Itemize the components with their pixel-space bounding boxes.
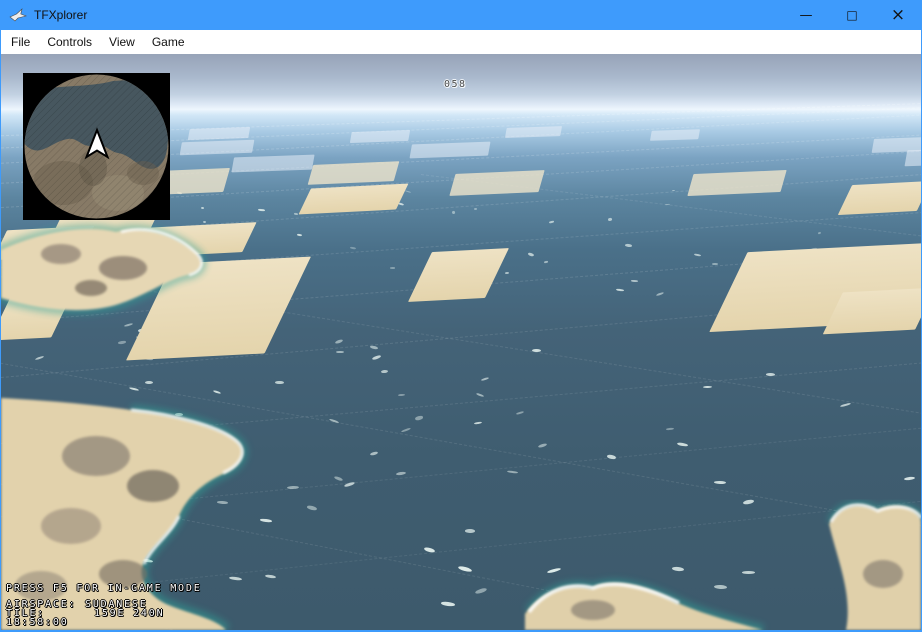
minimize-button[interactable]: — bbox=[783, 0, 829, 30]
compass-heading: 058 bbox=[444, 79, 467, 90]
minimap bbox=[23, 73, 170, 220]
window-controls: — □ × bbox=[783, 0, 921, 30]
hud-time: 18:58:00 bbox=[6, 617, 69, 628]
viewport-3d[interactable]: 058 PRESS F5 FOR IN-GAME MODE AIRSPACE: … bbox=[1, 54, 921, 630]
island-bottom-center bbox=[525, 583, 763, 630]
close-button[interactable]: × bbox=[875, 0, 921, 30]
title-bar[interactable]: TFXplorer — □ × bbox=[1, 0, 921, 30]
maximize-button[interactable]: □ bbox=[829, 0, 875, 30]
menu-controls[interactable]: Controls bbox=[41, 31, 98, 53]
island-left bbox=[1, 229, 202, 310]
menu-bar: File Controls View Game bbox=[1, 30, 921, 54]
app-window: TFXplorer — □ × File Controls View Game bbox=[0, 0, 922, 632]
menu-file[interactable]: File bbox=[5, 31, 36, 53]
menu-game[interactable]: Game bbox=[146, 31, 191, 53]
app-icon-jet bbox=[9, 8, 27, 22]
island-bottom-left bbox=[1, 398, 242, 630]
hud-tile-value: 159E 240N bbox=[94, 608, 164, 619]
island-bottom-right bbox=[829, 505, 921, 630]
hud-press-f5: PRESS F5 FOR IN-GAME MODE bbox=[6, 583, 202, 594]
menu-view[interactable]: View bbox=[103, 31, 141, 53]
window-title: TFXplorer bbox=[34, 8, 87, 22]
